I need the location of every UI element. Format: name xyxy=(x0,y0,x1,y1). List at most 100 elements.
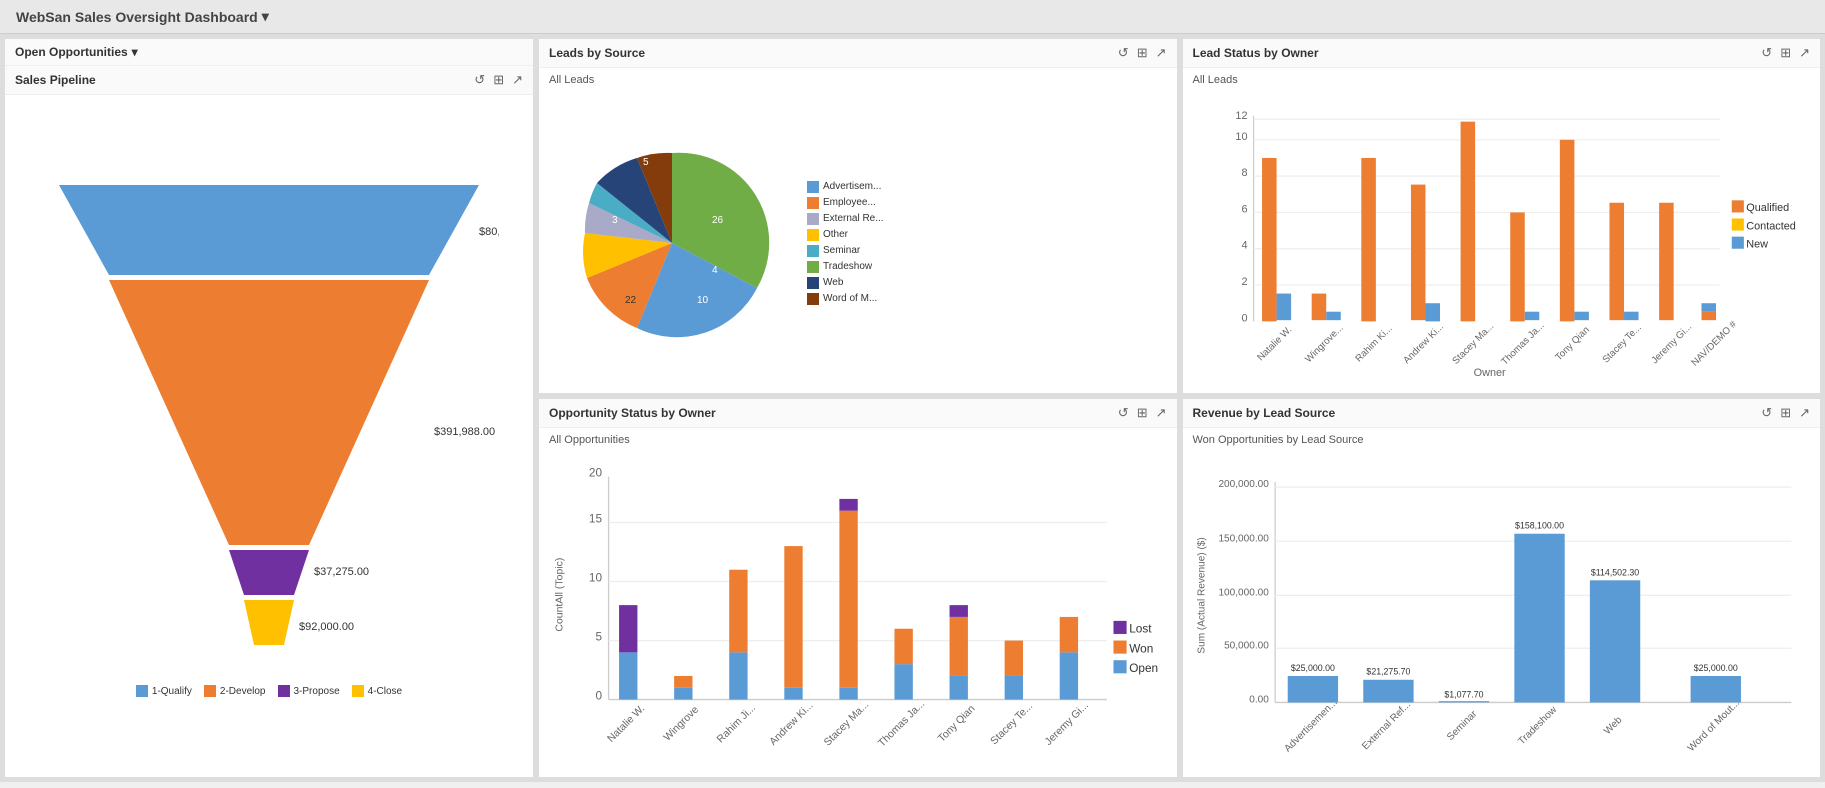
leads-refresh-icon[interactable]: ↺ xyxy=(1118,45,1129,61)
filter-chevron[interactable]: ▾ xyxy=(132,45,138,59)
funnel-qualify xyxy=(59,185,479,275)
legend-new-color xyxy=(1731,237,1743,249)
os-grid-icon[interactable]: ⊞ xyxy=(1137,405,1148,421)
lead-status-icons: ↺ ⊞ ↗ xyxy=(1761,45,1810,61)
svg-text:0.00: 0.00 xyxy=(1249,695,1269,706)
opp-status-title: Opportunity Status by Owner xyxy=(549,406,716,420)
os-refresh-icon[interactable]: ↺ xyxy=(1118,405,1129,421)
revenue-icons: ↺ ⊞ ↗ xyxy=(1761,405,1810,421)
natalie-open xyxy=(619,653,637,700)
x-rahim: Rahim Ki... xyxy=(1353,323,1394,364)
legend-contacted-color xyxy=(1731,218,1743,230)
bar-natalie-n xyxy=(1276,294,1291,321)
slice-label-26: 26 xyxy=(712,215,724,226)
leads-source-title: Leads by Source xyxy=(549,46,645,60)
funnel-chart: $80,000.00 $391,988.00 $37,275.00 $92,00… xyxy=(13,165,525,707)
svg-text:6: 6 xyxy=(1241,203,1247,215)
legend-close: 4-Close xyxy=(352,685,402,697)
bar-staceym-q xyxy=(1460,122,1475,322)
legend-qualified-color xyxy=(1731,200,1743,212)
ox-staceym: Stacey Ma... xyxy=(822,700,871,749)
rev-tradeshow xyxy=(1514,534,1564,703)
rev-web xyxy=(1589,581,1639,703)
rev-expand-icon[interactable]: ↗ xyxy=(1799,405,1810,421)
oleg-lost xyxy=(1113,621,1126,634)
title-chevron[interactable]: ▾ xyxy=(262,8,269,25)
dashboard: Open Opportunities ▾ Sales Pipeline ↺ ⊞ … xyxy=(0,34,1825,782)
rev-refresh-icon[interactable]: ↺ xyxy=(1761,405,1772,421)
ox-wingrove: Wingrove xyxy=(662,705,701,744)
expand-icon[interactable]: ↗ xyxy=(512,72,523,88)
ls-refresh-icon[interactable]: ↺ xyxy=(1761,45,1772,61)
tony-won xyxy=(950,617,968,676)
ox-staceyt: Stacey Te... xyxy=(989,701,1035,747)
jeremy-open xyxy=(1060,653,1078,700)
x-wingrove: Wingrove... xyxy=(1303,323,1345,365)
ls-grid-icon[interactable]: ⊞ xyxy=(1780,45,1791,61)
os-expand-icon[interactable]: ↗ xyxy=(1156,405,1167,421)
svg-text:20: 20 xyxy=(589,466,603,480)
develop-label: $391,988.00 xyxy=(434,426,495,438)
open-opps-header: Open Opportunities ▾ xyxy=(5,39,533,66)
sales-pipeline-title: Sales Pipeline xyxy=(15,73,96,87)
leads-source-subtitle: All Leads xyxy=(539,68,1177,92)
rahim-open xyxy=(729,653,747,700)
funnel-legend: 1-Qualify 2-Develop 3-Propose 4-Close xyxy=(136,685,402,697)
x-jeremy: Jeremy Gi... xyxy=(1649,322,1694,367)
svg-text:150,000.00: 150,000.00 xyxy=(1218,534,1269,545)
thomas-won xyxy=(894,629,912,664)
oleg-won xyxy=(1113,641,1126,654)
leads-source-content: 26 10 22 4 5 3 Advertisem... Employee... xyxy=(539,92,1177,393)
opp-status-header: Opportunity Status by Owner ↺ ⊞ ↗ xyxy=(539,399,1177,428)
bar-tony-n xyxy=(1574,312,1589,320)
revenue-chart: 0.00 50,000.00 100,000.00 150,000.00 200… xyxy=(1187,456,1817,773)
rev-external xyxy=(1363,680,1413,703)
svg-text:2: 2 xyxy=(1241,276,1247,288)
bar-andrew-q xyxy=(1410,185,1425,321)
bar-tony-q xyxy=(1559,140,1574,322)
open-opportunities-panel: Open Opportunities ▾ Sales Pipeline ↺ ⊞ … xyxy=(4,38,534,778)
thomas-open xyxy=(894,665,912,700)
rev-advert-label: $25,000.00 xyxy=(1290,663,1334,673)
legend-employee: Employee... xyxy=(807,197,884,209)
oleg-open-text: Open xyxy=(1129,661,1158,675)
sales-pipeline-content: $80,000.00 $391,988.00 $37,275.00 $92,00… xyxy=(5,95,533,777)
propose-label-text: 3-Propose xyxy=(294,686,340,697)
ls-expand-icon[interactable]: ↗ xyxy=(1799,45,1810,61)
open-opps-filter-label: Open Opportunities xyxy=(15,45,128,59)
legend-qualified-text: Qualified xyxy=(1746,202,1789,214)
rev-grid-icon[interactable]: ⊞ xyxy=(1780,405,1791,421)
seminar-label: Seminar xyxy=(823,245,860,256)
leads-grid-icon[interactable]: ⊞ xyxy=(1137,45,1148,61)
x-natalie: Natalie W. xyxy=(1255,324,1294,363)
leads-expand-icon[interactable]: ↗ xyxy=(1156,45,1167,61)
svg-text:15: 15 xyxy=(589,512,603,526)
rev-seminar xyxy=(1438,702,1488,703)
lead-status-header: Lead Status by Owner ↺ ⊞ ↗ xyxy=(1183,39,1821,68)
bar-nav-q xyxy=(1701,312,1716,320)
advert-color xyxy=(807,181,819,193)
svg-text:10: 10 xyxy=(589,571,603,585)
oy-axis-label: CountAll (Topic) xyxy=(555,558,566,632)
rev-tradeshow-label: $158,100.00 xyxy=(1515,521,1564,531)
rev-external-label: $21,275.70 xyxy=(1366,667,1410,677)
legend-external: External Re... xyxy=(807,213,884,225)
qualify-label-text: 1-Qualify xyxy=(152,686,192,697)
tony-lost xyxy=(950,606,968,618)
bar-natalie-q xyxy=(1262,158,1277,321)
employee-label: Employee... xyxy=(823,197,876,208)
open-opps-filter[interactable]: Open Opportunities ▾ xyxy=(15,45,138,59)
bar-staceyt-n xyxy=(1624,312,1639,320)
revenue-title: Revenue by Lead Source xyxy=(1193,406,1336,420)
grid-icon[interactable]: ⊞ xyxy=(493,72,504,88)
x-staceym: Stacey Ma... xyxy=(1450,321,1496,367)
x-tony: Tony Qian xyxy=(1553,325,1592,364)
seminar-color xyxy=(807,245,819,257)
refresh-icon[interactable]: ↺ xyxy=(474,72,485,88)
svg-text:12: 12 xyxy=(1235,110,1247,122)
ox-jeremy: Jeremy Gi... xyxy=(1043,701,1091,749)
x-staceyt: Stacey Te... xyxy=(1600,322,1643,365)
funnel-close xyxy=(244,600,294,645)
leads-source-header: Leads by Source ↺ ⊞ ↗ xyxy=(539,39,1177,68)
ox-natalie: Natalie W. xyxy=(606,704,648,746)
